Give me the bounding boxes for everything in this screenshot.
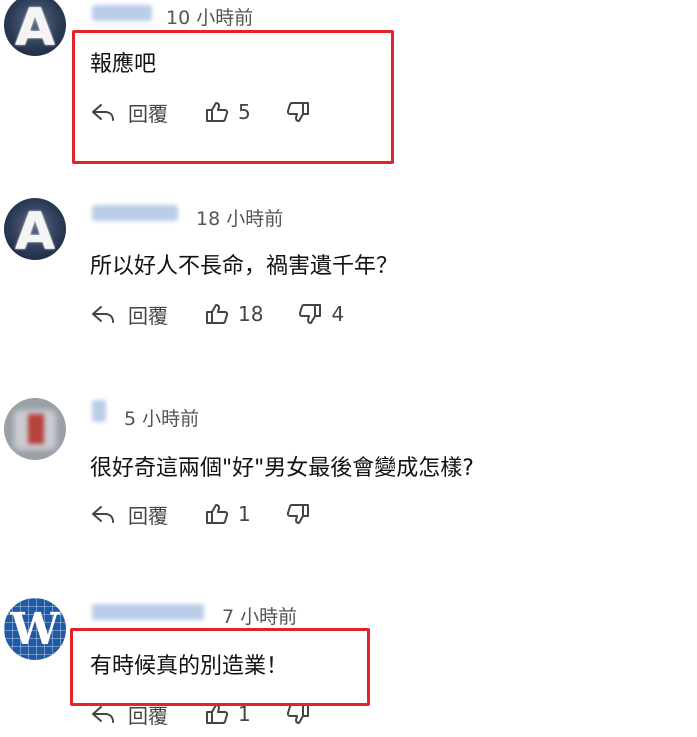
comment-actions: 回覆 1 xyxy=(90,700,319,728)
thumbs-up-icon xyxy=(204,702,230,726)
comment-4: W 7 小時前 有時候真的別造業！ 回覆 1 xyxy=(0,590,697,737)
comment-actions: 回覆 1 xyxy=(90,500,319,528)
reply-label: 回覆 xyxy=(128,503,168,528)
reply-label: 回覆 xyxy=(128,703,168,728)
avatar-letter: W xyxy=(10,604,60,655)
comment-text: 報應吧 xyxy=(90,52,157,77)
comment-actions: 回覆 5 xyxy=(90,98,319,126)
avatar-letter: A xyxy=(14,0,56,56)
like-count: 1 xyxy=(238,702,251,726)
username-blurred[interactable] xyxy=(92,604,204,620)
like-button[interactable]: 1 xyxy=(204,502,251,526)
like-count: 5 xyxy=(238,100,251,124)
dislike-button[interactable]: 4 xyxy=(297,302,344,326)
comment-text: 有時候真的別造業！ xyxy=(90,654,289,679)
comment-time: 18 小時前 xyxy=(196,208,284,230)
comment-time: 10 小時前 xyxy=(166,7,254,29)
thumbs-up-icon xyxy=(204,502,230,526)
dislike-button[interactable] xyxy=(285,100,319,124)
avatar[interactable]: A xyxy=(4,0,66,56)
comment-text: 所以好人不長命，禍害遺千年？ xyxy=(90,254,399,279)
comment-time: 7 小時前 xyxy=(222,606,298,628)
reply-arrow-icon xyxy=(90,302,116,326)
comment-3: 5 小時前 很好奇這兩個"好"男女最後會變成怎樣? 回覆 1 xyxy=(0,390,697,560)
reply-arrow-icon xyxy=(90,702,116,726)
reply-button[interactable]: 回覆 xyxy=(90,500,204,529)
thumbs-up-icon xyxy=(204,302,230,326)
thumbs-down-icon xyxy=(285,502,311,526)
dislike-button[interactable] xyxy=(285,702,319,726)
reply-arrow-icon xyxy=(90,502,116,526)
avatar-letter: A xyxy=(14,202,56,260)
comment-2: A 18 小時前 所以好人不長命，禍害遺千年？ 回覆 18 4 xyxy=(0,190,697,360)
reply-button[interactable]: 回覆 xyxy=(90,98,204,127)
thumbs-down-icon xyxy=(297,302,323,326)
avatar[interactable]: W xyxy=(4,598,66,660)
avatar-image-blurred-detail xyxy=(28,414,44,444)
thumbs-up-icon xyxy=(204,100,230,124)
reply-label: 回覆 xyxy=(128,101,168,126)
comment-time: 5 小時前 xyxy=(124,408,200,430)
avatar[interactable] xyxy=(4,398,66,460)
thumbs-down-icon xyxy=(285,100,311,124)
reply-label: 回覆 xyxy=(128,303,168,328)
dislike-button[interactable] xyxy=(285,502,319,526)
comment-actions: 回覆 18 4 xyxy=(90,300,344,328)
reply-button[interactable]: 回覆 xyxy=(90,700,204,729)
thumbs-down-icon xyxy=(285,702,311,726)
like-count: 18 xyxy=(238,302,264,326)
like-button[interactable]: 18 xyxy=(204,302,263,326)
comment-1: A 10 小時前 報應吧 回覆 5 xyxy=(0,0,697,170)
reply-arrow-icon xyxy=(90,100,116,124)
username-blurred[interactable] xyxy=(92,5,152,21)
like-button[interactable]: 5 xyxy=(204,100,251,124)
username-blurred[interactable] xyxy=(92,205,178,221)
reply-button[interactable]: 回覆 xyxy=(90,300,204,329)
username-blurred[interactable] xyxy=(92,400,106,422)
like-count: 1 xyxy=(238,502,251,526)
comment-text: 很好奇這兩個"好"男女最後會變成怎樣? xyxy=(90,456,474,481)
avatar[interactable]: A xyxy=(4,198,66,260)
dislike-count: 4 xyxy=(331,302,345,326)
like-button[interactable]: 1 xyxy=(204,702,251,726)
